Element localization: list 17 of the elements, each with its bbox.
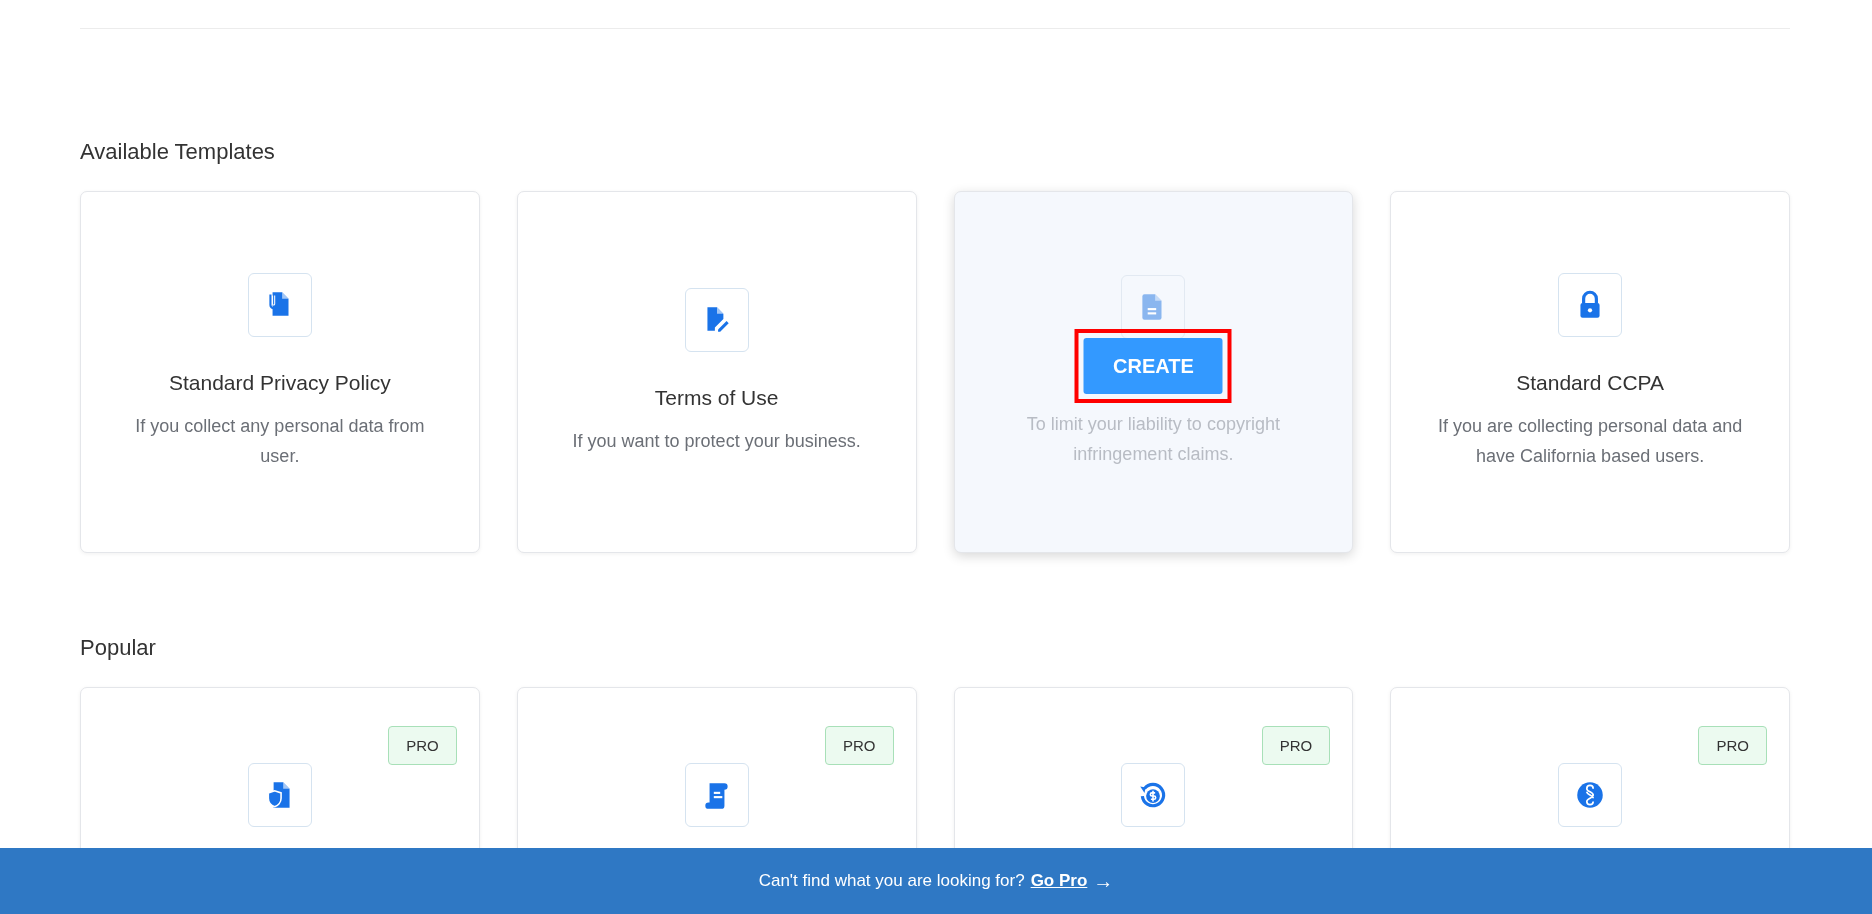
card-description: If you are collecting personal data and have California based users. — [1437, 415, 1744, 468]
footer-text: Can't find what you are looking for? — [758, 871, 1025, 891]
pro-badge: PRO — [1261, 726, 1331, 765]
pro-badge: PRO — [388, 726, 457, 765]
card-description: If you collect any personal data from user. — [134, 415, 426, 468]
pro-badge: PRO — [825, 726, 894, 765]
go-pro-link[interactable]: Go Pro — [1030, 871, 1088, 891]
pro-badge: PRO — [1698, 726, 1767, 765]
create-button[interactable]: CREATE — [1083, 338, 1223, 394]
card-description: To limit your liability to copyright infringement claims. — [1025, 413, 1281, 466]
arrow-icon: → — [1093, 869, 1114, 893]
section-heading: Popular — [80, 635, 157, 661]
card-title: Terms of Use — [654, 386, 779, 410]
card-title: Standard Privacy Policy — [169, 371, 391, 395]
card-title: Standard CCPA — [1516, 371, 1665, 395]
card-description: If you want to protect your business. — [572, 430, 861, 453]
section-heading: Available Templates — [80, 139, 276, 165]
